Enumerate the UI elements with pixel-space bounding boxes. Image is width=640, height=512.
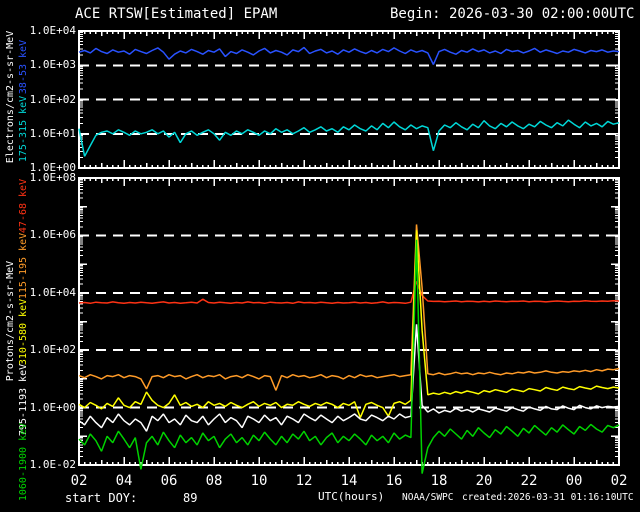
x-tick-label: 02 xyxy=(69,474,89,488)
x-tick-label: 16 xyxy=(384,474,404,488)
trace-795-1193-kev xyxy=(79,324,619,431)
y-tick-label: 1.0E+00 xyxy=(28,402,76,413)
trace-115-195-kev xyxy=(79,225,619,391)
x-tick-label: 02 xyxy=(609,474,629,488)
x-tick-label: 06 xyxy=(159,474,179,488)
legend-protons-47-68kev: 47-68 keV xyxy=(19,179,29,233)
start-doy-value: 89 xyxy=(183,492,197,504)
trace-175-315-kev xyxy=(79,120,619,156)
chart-canvas xyxy=(0,0,640,512)
y-tick-label: 1.0E+04 xyxy=(28,25,76,36)
x-tick-label: 08 xyxy=(204,474,224,488)
page-title: ACE RTSW[Estimated] EPAM xyxy=(75,7,277,21)
y-tick-label: 1.0E+08 xyxy=(28,172,76,183)
epam-plot: ACE RTSW[Estimated] EPAM Begin: 2026-03-… xyxy=(0,0,640,512)
x-tick-label: 22 xyxy=(519,474,539,488)
y-tick-label: 1.0E+06 xyxy=(28,229,76,240)
electrons-axis-label: Electrons/cm2-s-sr-MeV xyxy=(6,31,16,163)
credit-noaa-swpc: NOAA/SWPC xyxy=(402,493,453,503)
created-timestamp: created:2026-03-31 01:16:10UTC xyxy=(462,493,634,503)
x-tick-label: 04 xyxy=(114,474,134,488)
x-tick-label: 10 xyxy=(249,474,269,488)
trace-38-53-kev xyxy=(79,48,619,65)
trace-1060-1900-kev xyxy=(79,240,619,474)
y-tick-label: 1.0E+02 xyxy=(28,344,76,355)
y-tick-label: 1.0E+03 xyxy=(28,59,76,70)
start-doy-label: start DOY: xyxy=(65,492,137,504)
trace-310-580-kev xyxy=(79,230,619,417)
x-tick-label: 18 xyxy=(429,474,449,488)
begin-timestamp: Begin: 2026-03-30 02:00:00UTC xyxy=(390,7,634,21)
y-tick-label: 1.0E+04 xyxy=(28,287,76,298)
y-tick-label: 1.0E-02 xyxy=(28,459,76,470)
protons-panel-border xyxy=(79,178,619,465)
y-tick-label: 1.0E+02 xyxy=(28,94,76,105)
x-tick-label: 00 xyxy=(564,474,584,488)
x-axis-title: UTC(hours) xyxy=(318,491,384,502)
x-tick-label: 20 xyxy=(474,474,494,488)
x-tick-label: 12 xyxy=(294,474,314,488)
protons-axis-label: Protons/cm2-s-sr-MeV xyxy=(6,261,16,381)
y-tick-label: 1.0E+01 xyxy=(28,128,76,139)
x-tick-label: 14 xyxy=(339,474,359,488)
